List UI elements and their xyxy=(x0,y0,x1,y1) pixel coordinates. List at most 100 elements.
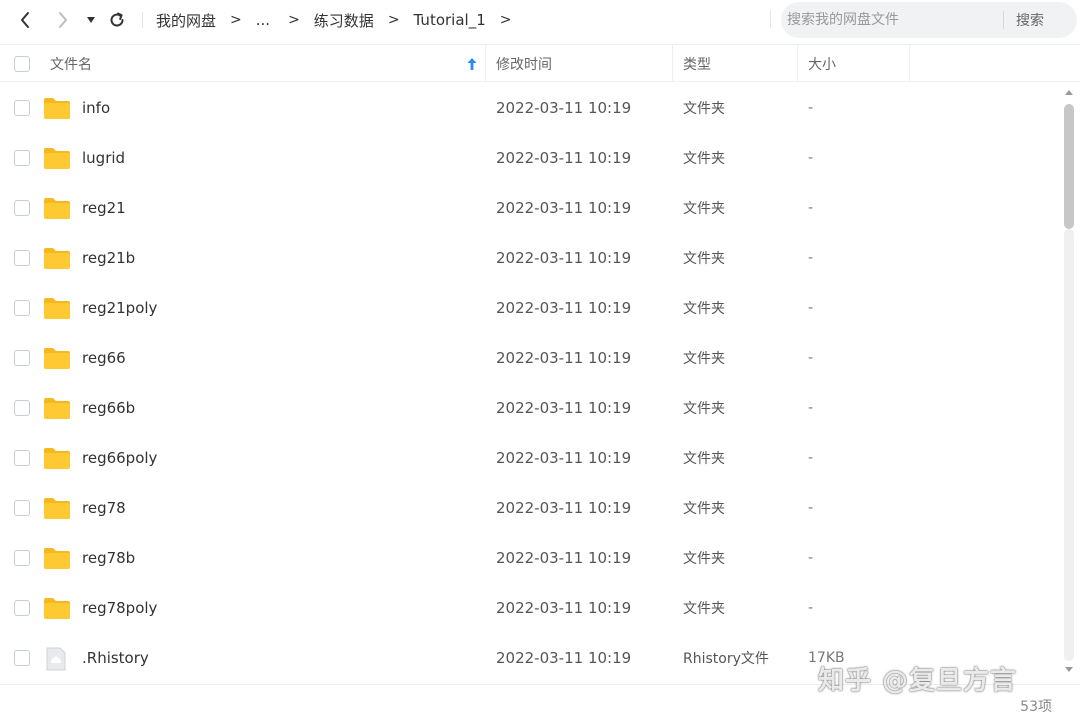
table-row[interactable]: reg21 2022-03-11 10:19 文件夹 - xyxy=(0,183,1062,233)
file-type: 文件夹 xyxy=(683,401,725,417)
scroll-down-arrow-icon[interactable] xyxy=(1064,666,1074,674)
file-type: Rhistory文件 xyxy=(683,651,769,667)
folder-icon xyxy=(43,296,71,324)
row-checkbox[interactable] xyxy=(14,450,30,466)
file-type: 文件夹 xyxy=(683,251,725,267)
toolbar-divider xyxy=(142,12,143,28)
file-modified-time: 2022-03-11 10:19 xyxy=(496,499,632,517)
column-type[interactable]: 类型 xyxy=(673,45,798,82)
row-checkbox[interactable] xyxy=(14,550,30,566)
file-modified-time: 2022-03-11 10:19 xyxy=(496,649,632,667)
folder-icon xyxy=(43,446,71,474)
row-checkbox[interactable] xyxy=(14,200,30,216)
toolbar-divider xyxy=(770,10,771,28)
file-type: 文件夹 xyxy=(683,551,725,567)
table-row[interactable]: reg78b 2022-03-11 10:19 文件夹 - xyxy=(0,533,1062,583)
table-row[interactable]: reg21b 2022-03-11 10:19 文件夹 - xyxy=(0,233,1062,283)
history-dropdown-button[interactable] xyxy=(80,8,102,32)
file-modified-time: 2022-03-11 10:19 xyxy=(496,149,632,167)
breadcrumb-separator: > xyxy=(387,12,400,28)
file-modified-time: 2022-03-11 10:19 xyxy=(496,399,632,417)
breadcrumb-item-ellipsis[interactable]: ... xyxy=(256,11,270,29)
toolbar: 我的网盘 > ... > 练习数据 > Tutorial_1 > 搜索 xyxy=(0,0,1080,40)
table-row[interactable]: reg66b 2022-03-11 10:19 文件夹 - xyxy=(0,383,1062,433)
file-name[interactable]: reg66poly xyxy=(82,433,157,483)
breadcrumb-separator[interactable]: > xyxy=(500,12,512,28)
column-size[interactable]: 大小 xyxy=(798,45,910,82)
breadcrumb-item-my-drive[interactable]: 我的网盘 xyxy=(156,10,216,31)
file-icon xyxy=(43,646,69,676)
scroll-up-arrow-icon[interactable] xyxy=(1064,88,1074,96)
file-modified-time: 2022-03-11 10:19 xyxy=(496,299,632,317)
row-checkbox[interactable] xyxy=(14,150,30,166)
row-checkbox[interactable] xyxy=(14,300,30,316)
file-modified-time: 2022-03-11 10:19 xyxy=(496,249,632,267)
row-checkbox[interactable] xyxy=(14,250,30,266)
scrollbar-rail[interactable] xyxy=(1064,229,1074,661)
file-name[interactable]: lugrid xyxy=(82,133,125,183)
table-row[interactable]: reg21poly 2022-03-11 10:19 文件夹 - xyxy=(0,283,1062,333)
folder-icon xyxy=(43,146,71,174)
folder-icon xyxy=(43,96,71,124)
file-name[interactable]: info xyxy=(82,83,110,133)
row-checkbox[interactable] xyxy=(14,500,30,516)
back-button[interactable] xyxy=(14,8,36,32)
file-size: - xyxy=(808,250,814,266)
folder-icon xyxy=(43,246,71,274)
file-modified-time: 2022-03-11 10:19 xyxy=(496,199,632,217)
file-size: - xyxy=(808,200,814,216)
folder-icon xyxy=(43,496,71,524)
breadcrumb-item-practice-data[interactable]: 练习数据 xyxy=(314,10,374,31)
forward-button[interactable] xyxy=(52,8,74,32)
sort-ascending-icon[interactable] xyxy=(466,57,478,71)
file-size: - xyxy=(808,150,814,166)
file-type: 文件夹 xyxy=(683,101,725,117)
folder-icon xyxy=(43,396,71,424)
scrollbar-thumb[interactable] xyxy=(1064,104,1074,229)
column-name[interactable]: 文件名 xyxy=(50,45,486,82)
search-button[interactable]: 搜索 xyxy=(1016,10,1044,30)
file-name[interactable]: reg21poly xyxy=(82,283,157,333)
file-size: - xyxy=(808,450,814,466)
file-name[interactable]: reg78 xyxy=(82,483,126,533)
column-size-label: 大小 xyxy=(808,56,836,73)
item-count: 53项 xyxy=(1020,699,1052,715)
row-checkbox[interactable] xyxy=(14,400,30,416)
row-checkbox[interactable] xyxy=(14,600,30,616)
caret-down-icon xyxy=(87,17,95,23)
file-name[interactable]: reg21 xyxy=(82,183,126,233)
row-checkbox[interactable] xyxy=(14,650,30,666)
file-size: - xyxy=(808,550,814,566)
row-checkbox[interactable] xyxy=(14,350,30,366)
folder-icon xyxy=(43,196,71,224)
file-size: - xyxy=(808,500,814,516)
search-input[interactable] xyxy=(781,2,1001,38)
folder-icon xyxy=(43,546,71,574)
file-modified-time: 2022-03-11 10:19 xyxy=(496,99,632,117)
file-modified-time: 2022-03-11 10:19 xyxy=(496,349,632,367)
table-row[interactable]: reg66 2022-03-11 10:19 文件夹 - xyxy=(0,333,1062,383)
file-name[interactable]: .Rhistory xyxy=(82,633,149,683)
file-name[interactable]: reg78b xyxy=(82,533,135,583)
breadcrumb-item-tutorial-1[interactable]: Tutorial_1 xyxy=(414,11,486,29)
folder-icon xyxy=(43,596,71,624)
column-modified[interactable]: 修改时间 xyxy=(486,45,673,82)
file-name[interactable]: reg66b xyxy=(82,383,135,433)
file-name[interactable]: reg66 xyxy=(82,333,126,383)
column-header: 文件名 修改时间 类型 大小 xyxy=(0,44,1080,82)
file-size: - xyxy=(808,400,814,416)
table-row[interactable]: reg78 2022-03-11 10:19 文件夹 - xyxy=(0,483,1062,533)
file-modified-time: 2022-03-11 10:19 xyxy=(496,599,632,617)
file-type: 文件夹 xyxy=(683,501,725,517)
table-row[interactable]: lugrid 2022-03-11 10:19 文件夹 - xyxy=(0,133,1062,183)
table-row[interactable]: reg78poly 2022-03-11 10:19 文件夹 - xyxy=(0,583,1062,633)
table-row[interactable]: info 2022-03-11 10:19 文件夹 - xyxy=(0,83,1062,133)
file-name[interactable]: reg78poly xyxy=(82,583,157,633)
row-checkbox[interactable] xyxy=(14,100,30,116)
file-type: 文件夹 xyxy=(683,301,725,317)
select-all-checkbox[interactable] xyxy=(14,55,30,72)
refresh-button[interactable] xyxy=(106,8,128,32)
table-row[interactable]: reg66poly 2022-03-11 10:19 文件夹 - xyxy=(0,433,1062,483)
file-name[interactable]: reg21b xyxy=(82,233,135,283)
file-size: - xyxy=(808,300,814,316)
